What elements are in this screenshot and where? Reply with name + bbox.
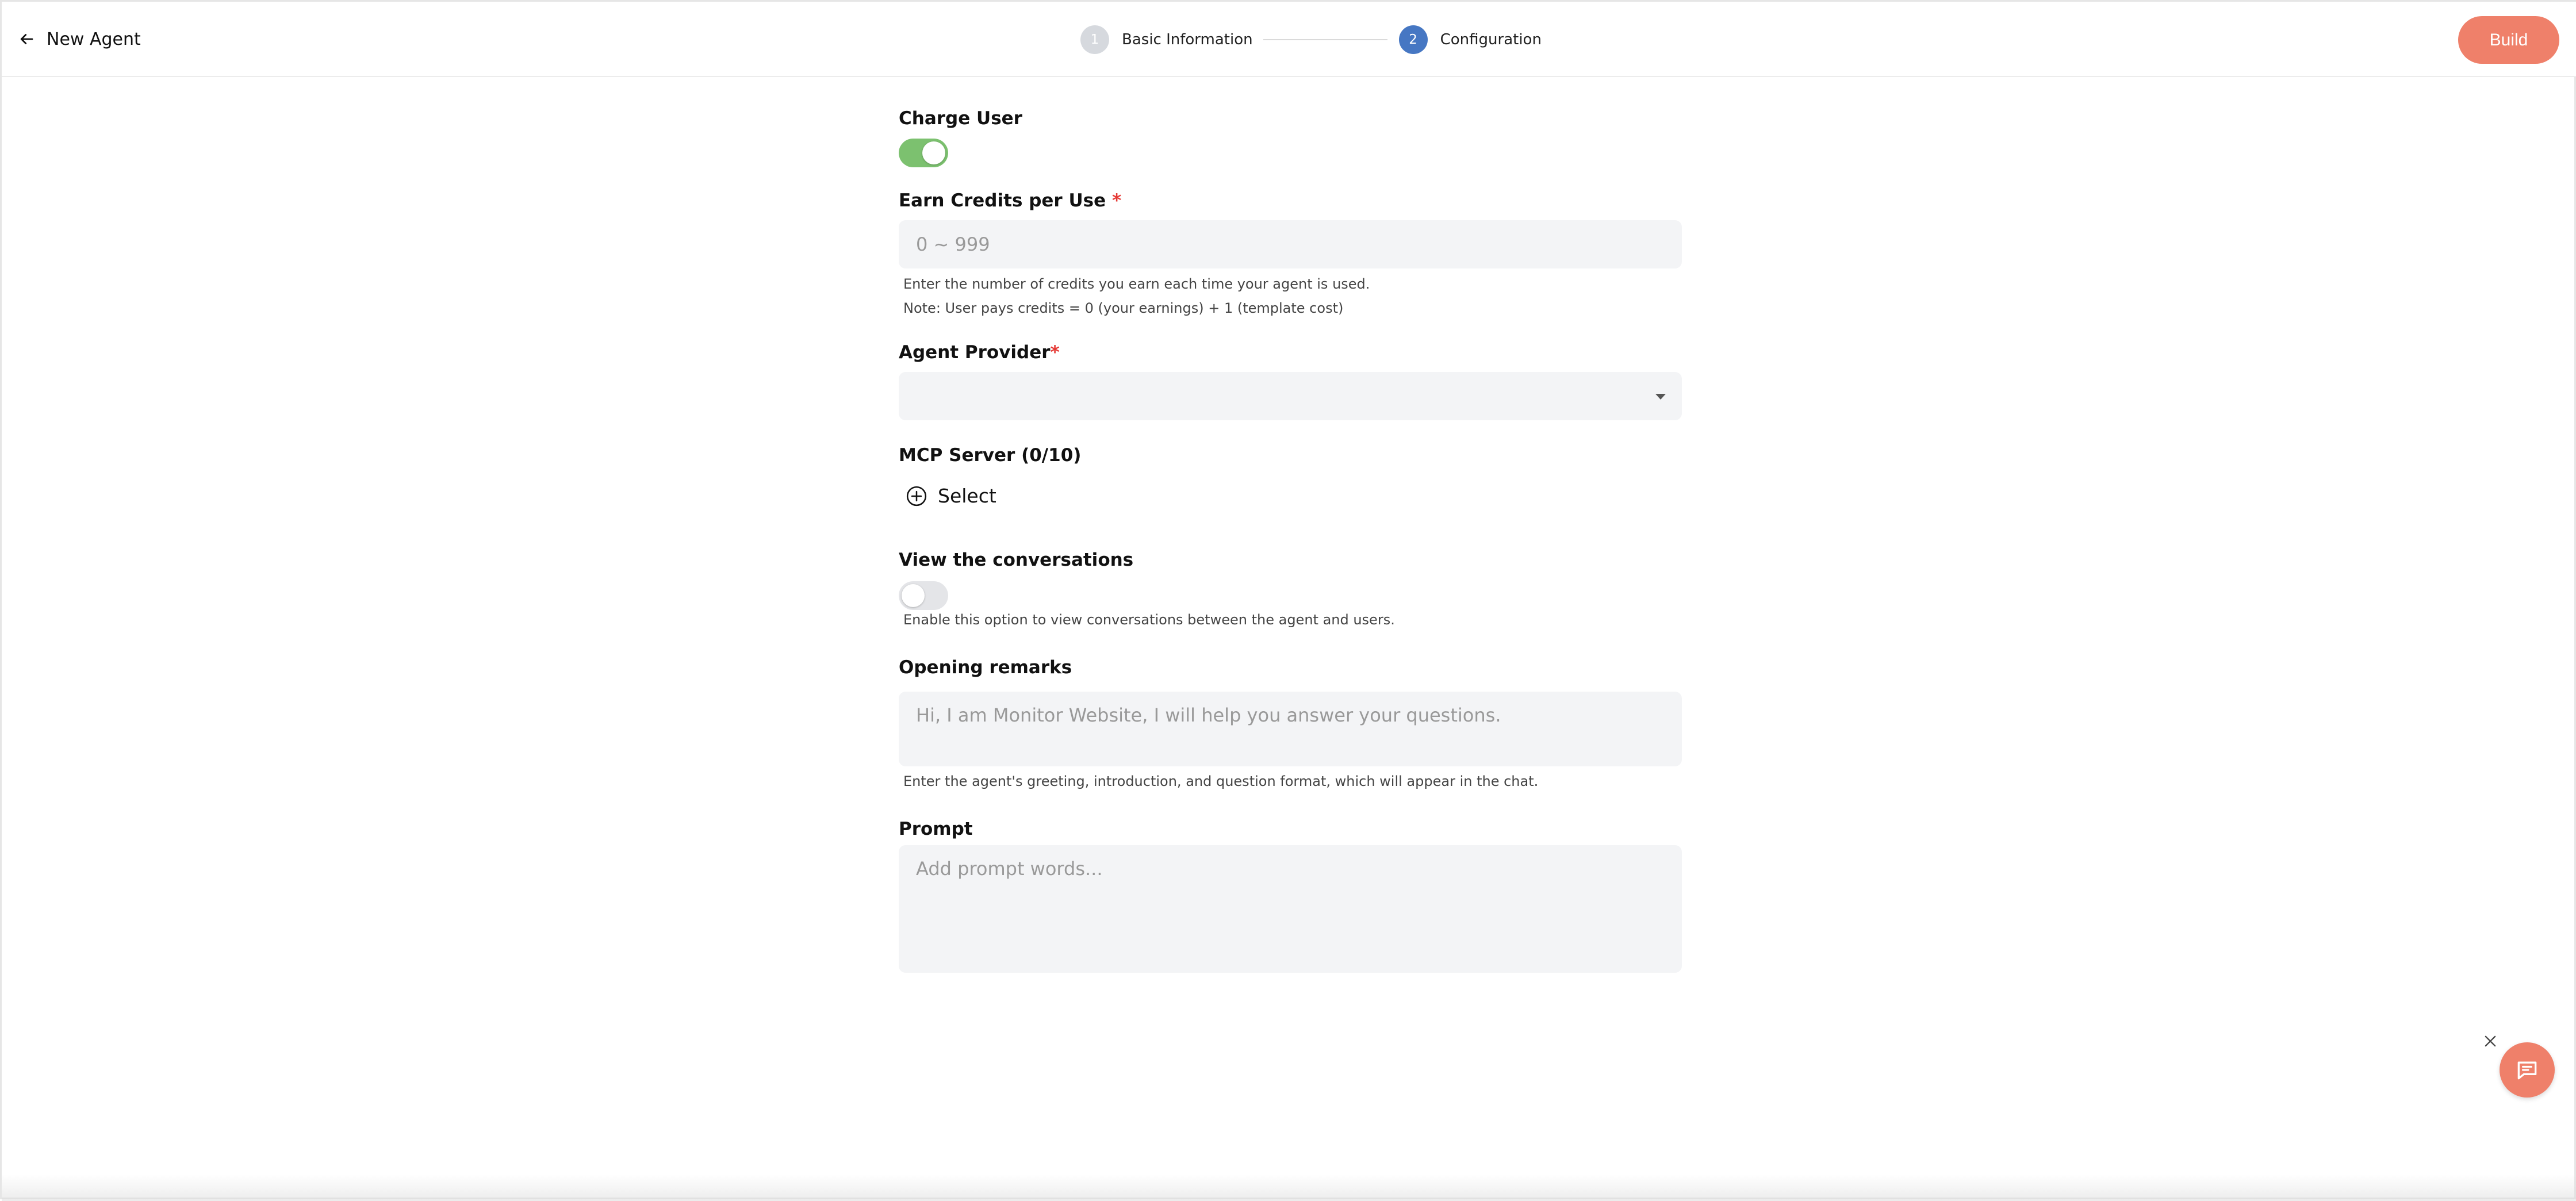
opening-remarks-hint: Enter the agent's greeting, introduction… xyxy=(903,773,1539,789)
chat-button[interactable] xyxy=(2500,1042,2555,1098)
step-basic-information[interactable]: 1 Basic Information xyxy=(1080,25,1253,54)
agent-provider-label: Agent Provider* xyxy=(899,342,1060,363)
plus-circle-icon xyxy=(906,486,927,506)
close-icon[interactable] xyxy=(2482,1033,2498,1049)
charge-user-toggle[interactable] xyxy=(899,139,948,167)
agent-provider-label-text: Agent Provider xyxy=(899,342,1051,363)
step-number: 2 xyxy=(1398,25,1428,54)
back-button[interactable]: New Agent xyxy=(18,25,141,53)
mcp-server-select-button[interactable]: Select xyxy=(906,485,996,507)
step-configuration[interactable]: 2 Configuration xyxy=(1398,25,1542,54)
top-bar: New Agent 1 Basic Information 2 Configur… xyxy=(2,2,2576,77)
toggle-knob xyxy=(902,584,925,607)
view-conversations-label: View the conversations xyxy=(899,550,1134,570)
earn-credits-hint: Enter the number of credits you earn eac… xyxy=(903,276,1370,292)
prompt-input[interactable] xyxy=(899,845,1682,973)
mcp-server-label: MCP Server (0/10) xyxy=(899,445,1082,466)
charge-user-label: Charge User xyxy=(899,108,1022,129)
required-mark: * xyxy=(1111,190,1122,211)
earn-credits-label: Earn Credits per Use * xyxy=(899,190,1121,211)
required-mark: * xyxy=(1050,342,1060,363)
step-label: Configuration xyxy=(1440,31,1542,48)
earn-credits-note: Note: User pays credits = 0 (your earnin… xyxy=(903,300,1344,316)
step-connector xyxy=(1263,39,1387,40)
opening-remarks-label: Opening remarks xyxy=(899,657,1072,678)
earn-credits-label-text: Earn Credits per Use xyxy=(899,190,1106,211)
arrow-left-icon xyxy=(20,34,33,44)
earn-credits-input[interactable] xyxy=(899,220,1682,268)
prompt-label: Prompt xyxy=(899,819,973,839)
app-window: New Agent 1 Basic Information 2 Configur… xyxy=(0,0,2576,1201)
step-label: Basic Information xyxy=(1122,31,1253,48)
page-title: New Agent xyxy=(47,29,141,49)
toggle-knob xyxy=(922,141,945,164)
agent-provider-select[interactable] xyxy=(899,372,1682,420)
chat-icon xyxy=(2517,1061,2537,1080)
stepper: 1 Basic Information 2 Configuration xyxy=(1080,25,1542,55)
caret-down-icon xyxy=(1655,394,1666,400)
view-conversations-toggle[interactable] xyxy=(899,581,948,610)
view-conversations-hint: Enable this option to view conversations… xyxy=(903,612,1395,628)
opening-remarks-input[interactable] xyxy=(899,692,1682,766)
step-number: 1 xyxy=(1080,25,1109,54)
select-label: Select xyxy=(938,485,996,507)
bottom-edge xyxy=(2,1175,2576,1201)
build-button[interactable]: Build xyxy=(2458,16,2559,64)
